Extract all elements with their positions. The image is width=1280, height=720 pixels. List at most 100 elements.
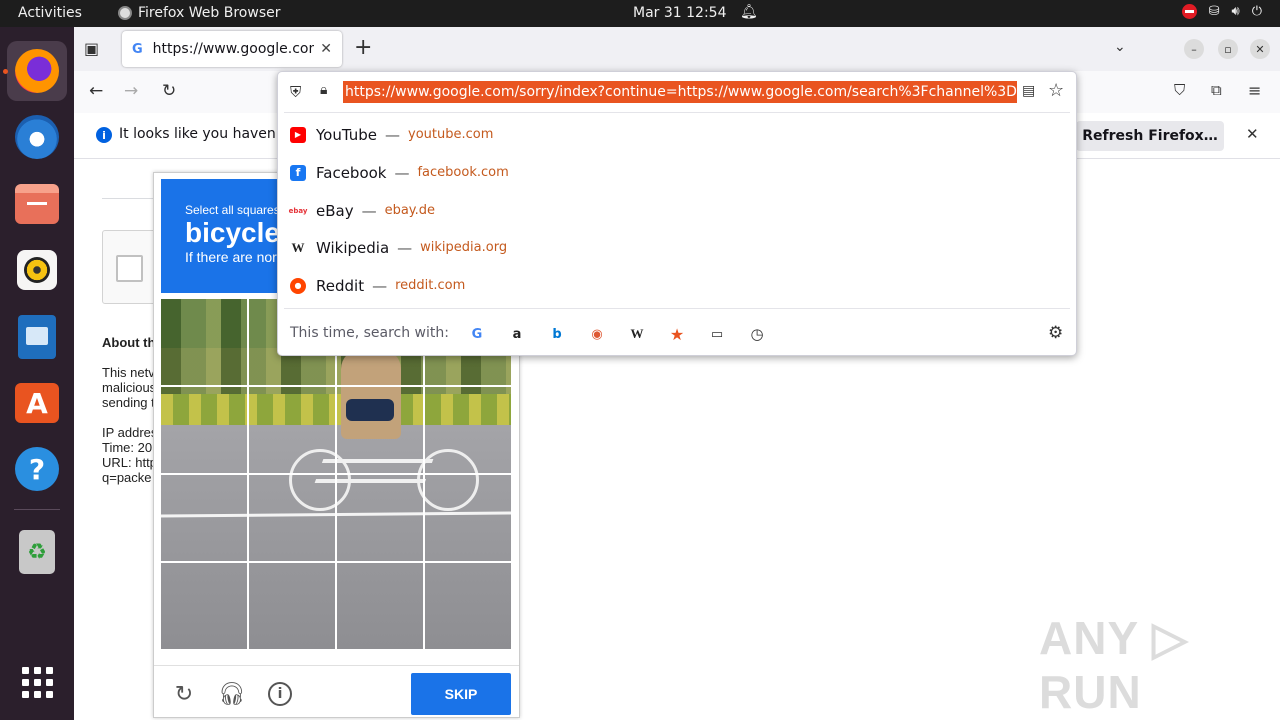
close-window-button[interactable]: ✕ (1250, 39, 1270, 59)
help-icon: ? (15, 447, 59, 491)
reload-button[interactable]: ↻ (162, 81, 176, 101)
menu-hamburger-icon[interactable]: ≡ (1248, 81, 1261, 100)
urlbar[interactable]: ⛨ 🔒︎ https://www.google.com/sorry/index?… (278, 72, 1076, 112)
bing-engine-icon[interactable]: b (548, 325, 566, 343)
new-tab-button[interactable]: + (354, 37, 372, 59)
notification-close-icon[interactable]: ✕ (1246, 125, 1259, 143)
system-top-bar: Activities Firefox Web Browser Mar 31 12… (0, 0, 1280, 27)
suggestion-title: Wikipedia (316, 238, 390, 257)
about-line: q=packe (102, 470, 152, 485)
forward-button[interactable]: → (124, 81, 138, 101)
app-menu[interactable]: Firefox Web Browser (118, 5, 281, 21)
back-button[interactable]: ← (89, 81, 103, 101)
about-line: malicious (102, 380, 157, 395)
trash-icon: ♻ (19, 530, 55, 574)
google-engine-icon[interactable]: G (468, 325, 486, 343)
audio-challenge-headphones-icon[interactable]: 🎧︎ (218, 680, 246, 708)
maximize-button[interactable]: ▫ (1218, 39, 1238, 59)
suggestion-title: eBay (316, 201, 354, 220)
tab-bar: ▣ G https://www.google.com ✕ + ⌄ – ▫ ✕ (74, 27, 1280, 71)
dock-rhythmbox[interactable] (7, 240, 67, 300)
wikipedia-engine-icon[interactable]: W (628, 325, 646, 343)
about-section: About th This netv malicious sending t I… (102, 335, 157, 485)
suggestion-title: Reddit (316, 276, 365, 295)
volume-icon: 🔊︎ (1231, 4, 1240, 19)
duckduckgo-engine-icon[interactable]: ◉ (588, 325, 606, 343)
suggestion-domain: ebay.de (384, 203, 436, 218)
challenge-info-icon[interactable]: i (268, 682, 292, 706)
extensions-icon[interactable]: ⧉ (1211, 81, 1222, 99)
history-search-icon[interactable]: ◷ (748, 325, 766, 343)
firefox-small-icon (118, 6, 132, 20)
thunderbird-icon (15, 115, 59, 159)
lock-icon[interactable]: 🔒︎ (320, 82, 327, 98)
network-icon: ⛁ (1208, 4, 1220, 19)
suggestion-youtube[interactable]: ▶ YouTube — youtube.com (278, 116, 1076, 153)
url-input[interactable]: https://www.google.com/sorry/index?conti… (343, 81, 1017, 103)
suggestion-separator: — (372, 276, 388, 295)
dock-files[interactable] (7, 174, 67, 234)
pocket-icon[interactable]: ⛉ (1174, 81, 1185, 99)
about-line: URL: http (102, 455, 157, 470)
dock-trash[interactable]: ♻ (7, 522, 67, 582)
show-apps-icon (21, 666, 53, 698)
dock-app-center[interactable]: A (7, 373, 67, 433)
firefox-window: ▣ G https://www.google.com ✕ + ⌄ – ▫ ✕ ←… (74, 27, 1280, 720)
suggestion-title: YouTube (316, 125, 377, 144)
bookmarks-search-icon[interactable]: ★ (668, 325, 686, 344)
about-spacer (102, 410, 157, 425)
suggestion-reddit[interactable]: ● Reddit — reddit.com (278, 267, 1076, 304)
about-line: IP addres (102, 425, 158, 440)
dock-thunderbird[interactable] (7, 107, 67, 167)
suggestion-wikipedia[interactable]: W Wikipedia — wikipedia.org (278, 229, 1076, 266)
running-indicator (3, 69, 8, 74)
recaptcha-checkbox[interactable] (116, 255, 143, 282)
minimize-button[interactable]: – (1184, 39, 1204, 59)
divider (284, 112, 1070, 113)
amazon-engine-icon[interactable]: a (508, 325, 526, 343)
search-settings-gear-icon[interactable]: ⚙ (1048, 323, 1063, 343)
dock-separator (14, 509, 60, 510)
refresh-firefox-button[interactable]: Refresh Firefox… (1076, 121, 1224, 151)
suggestion-domain: wikipedia.org (420, 240, 508, 255)
tracking-protection-shield-icon[interactable]: ⛨ (290, 83, 301, 101)
files-icon (15, 184, 59, 224)
suggestion-domain: reddit.com (395, 278, 466, 293)
clock[interactable]: Mar 31 12:54 (633, 5, 726, 21)
dock-help[interactable]: ? (7, 439, 67, 499)
show-apps-button[interactable] (7, 652, 67, 712)
suggestion-separator: — (385, 125, 400, 144)
suggestion-ebay[interactable]: ebay eBay — ebay.de (278, 192, 1076, 229)
info-icon: i (96, 127, 112, 143)
bookmark-star-icon[interactable]: ☆ (1048, 80, 1064, 101)
activities-button[interactable]: Activities (18, 5, 82, 21)
do-not-disturb-icon (1181, 4, 1197, 19)
dock-firefox[interactable] (7, 41, 67, 101)
urlbar-dropdown: ⛨ 🔒︎ https://www.google.com/sorry/index?… (277, 71, 1077, 356)
suggestion-domain: youtube.com (408, 127, 494, 142)
tabs-search-icon[interactable]: ▭ (708, 325, 726, 343)
system-tray[interactable]: ⛁ 🔊︎ ⏻ (1181, 4, 1262, 19)
facebook-favicon-icon: f (290, 164, 306, 181)
libreoffice-writer-icon (18, 315, 56, 359)
skip-button[interactable]: SKIP (411, 673, 511, 715)
tab-google[interactable]: G https://www.google.com ✕ (122, 31, 342, 67)
google-favicon-icon: G (132, 41, 143, 57)
about-heading: About th (102, 335, 156, 350)
rhythmbox-icon (17, 250, 57, 290)
search-with-label: This time, search with: (290, 325, 449, 341)
divider (284, 308, 1070, 309)
one-off-search-row: This time, search with: G a b ◉ W ★ ▭ ◷ … (278, 316, 1076, 350)
suggestion-title: Facebook (316, 163, 387, 182)
suggestion-separator: — (394, 163, 410, 182)
app-center-icon: A (15, 383, 59, 423)
tab-list-icon[interactable]: ▣ (84, 39, 104, 59)
reload-challenge-icon[interactable]: ↻ (170, 680, 198, 708)
reader-view-icon[interactable]: ▤ (1022, 83, 1035, 99)
dock-writer[interactable] (7, 307, 67, 367)
list-all-tabs-chevron-icon[interactable]: ⌄ (1114, 39, 1126, 55)
tab-close-icon[interactable]: ✕ (320, 41, 332, 57)
wikipedia-favicon-icon: W (291, 239, 305, 255)
suggestion-facebook[interactable]: f Facebook — facebook.com (278, 154, 1076, 191)
notification-bell-icon: 🔔︎ (740, 4, 758, 20)
